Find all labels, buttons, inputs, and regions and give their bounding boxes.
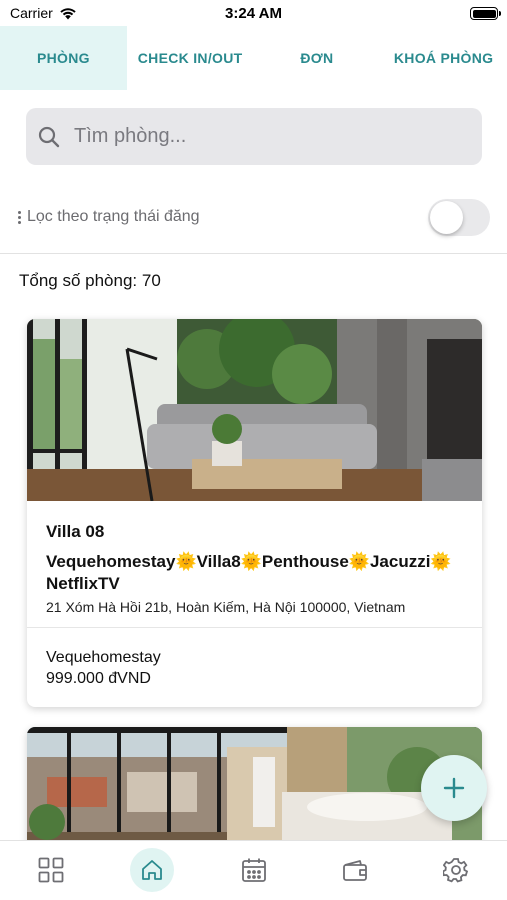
room-card[interactable] — [27, 727, 482, 847]
room-card-body: Villa 08 Vequehomestay🌞Villa8🌞Penthouse🌞… — [27, 501, 482, 615]
nav-dashboard[interactable] — [0, 841, 101, 900]
search-bar[interactable] — [26, 108, 482, 165]
filter-row: Lọc theo trạng thái đăng — [18, 198, 490, 236]
gear-icon — [443, 857, 469, 882]
room-host: Vequehomestay — [46, 649, 161, 666]
room-name: Villa 08 — [46, 522, 105, 541]
room-photo — [27, 319, 482, 501]
filter-label: Lọc theo trạng thái đăng — [18, 208, 200, 226]
room-card-footer: Vequehomestay 999.000 đVND — [46, 647, 161, 689]
total-rooms-count: Tổng số phòng: 70 — [19, 271, 161, 290]
nav-wallet[interactable] — [304, 841, 405, 900]
divider — [0, 253, 507, 254]
tab-rooms[interactable]: PHÒNG — [0, 26, 127, 90]
nav-calendar[interactable] — [203, 841, 304, 900]
nav-settings[interactable] — [406, 841, 507, 900]
nav-home[interactable] — [101, 841, 202, 900]
status-bar: Carrier 3:24 AM — [0, 0, 507, 28]
room-photo — [27, 727, 482, 847]
wallet-icon — [343, 859, 367, 881]
room-card[interactable]: Villa 08 Vequehomestay🌞Villa8🌞Penthouse🌞… — [27, 319, 482, 707]
add-room-button[interactable] — [421, 755, 487, 821]
battery-icon — [470, 7, 501, 20]
home-icon — [142, 859, 163, 880]
room-address: 21 Xóm Hà Hồi 21b, Hoàn Kiếm, Hà Nội 100… — [46, 599, 406, 615]
tab-check-in-out[interactable]: CHECK IN/OUT — [127, 26, 254, 90]
toggle-knob — [430, 200, 463, 234]
tab-orders[interactable]: ĐƠN — [254, 26, 381, 90]
grid-icon — [38, 857, 64, 882]
plus-icon — [443, 777, 465, 799]
search-input[interactable] — [74, 125, 454, 148]
top-tabs: PHÒNG CHECK IN/OUT ĐƠN KHOÁ PHÒNG — [0, 26, 507, 90]
publish-status-toggle[interactable] — [428, 198, 490, 236]
calendar-icon — [241, 858, 266, 882]
search-icon — [38, 126, 60, 147]
card-divider — [27, 627, 482, 628]
clock: 3:24 AM — [225, 5, 282, 22]
more-vertical-icon — [18, 210, 21, 224]
filter-label-text: Lọc theo trạng thái đăng — [27, 208, 200, 225]
room-price: 999.000 đVND — [46, 670, 151, 687]
bottom-nav — [0, 840, 507, 900]
tab-lock-rooms[interactable]: KHOÁ PHÒNG — [380, 26, 507, 90]
room-title: Vequehomestay🌞Villa8🌞Penthouse🌞Jacuzzi🌞N… — [46, 552, 452, 593]
